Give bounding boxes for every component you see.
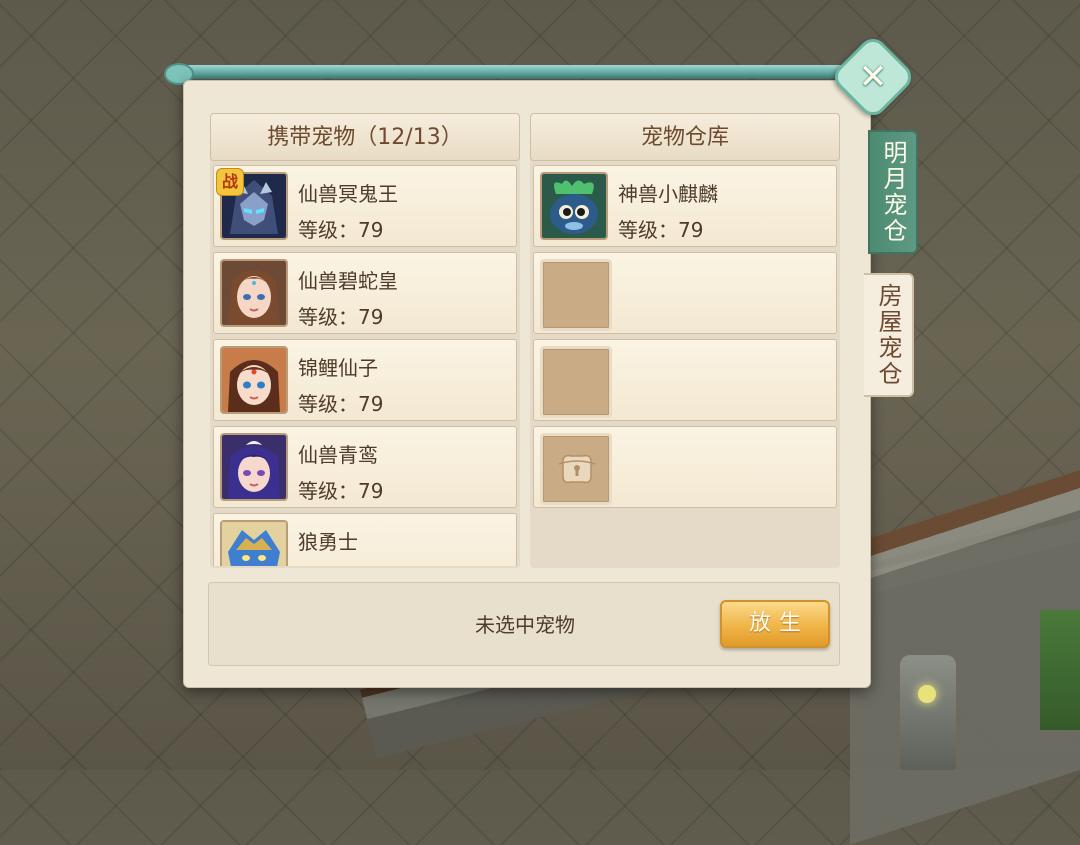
pet-portrait-blue-phoenix: [220, 433, 288, 501]
scroll-rod-decoration: [164, 63, 860, 85]
locked-slot-box: [540, 433, 612, 505]
warehouse-empty-slot[interactable]: [533, 339, 837, 421]
carried-pets-list[interactable]: 战 仙兽冥鬼王 等级：79 仙兽碧蛇皇 等级：79 锦鲤仙子 等级：79 仙兽青…: [213, 165, 517, 566]
pet-row[interactable]: 狼勇士: [213, 513, 517, 566]
pet-portrait-snake-empress: [220, 259, 288, 327]
pet-row[interactable]: 仙兽碧蛇皇 等级：79: [213, 252, 517, 334]
pet-level: 等级：79: [298, 392, 384, 416]
pet-level: 等级：79: [298, 479, 384, 503]
stone-lantern: [900, 655, 956, 770]
tab-moon-storage[interactable]: 明月宠仓: [868, 130, 918, 254]
warehouse-pet-row[interactable]: 神兽小麒麟 等级：79: [533, 165, 837, 247]
battle-badge: 战: [216, 168, 244, 196]
pet-row[interactable]: 仙兽青鸾 等级：79: [213, 426, 517, 508]
tab-house-storage[interactable]: 房屋宠仓: [860, 273, 914, 397]
lock-icon: [558, 454, 596, 484]
empty-slot-box: [540, 259, 612, 331]
pet-level: 等级：79: [298, 305, 384, 329]
pet-name: 锦鲤仙子: [298, 356, 378, 380]
warehouse-empty-slot[interactable]: [533, 252, 837, 334]
carried-pets-title: 携带宠物（12/13）: [210, 113, 520, 161]
pet-name: 仙兽碧蛇皇: [298, 269, 398, 293]
pet-portrait-wolf-warrior: [220, 520, 288, 566]
pet-level: 等级：79: [298, 218, 384, 242]
tab-moon-label: 明月宠仓: [879, 140, 907, 244]
pet-warehouse-title: 宠物仓库: [530, 113, 840, 161]
background-grass: [1040, 610, 1080, 730]
pet-row[interactable]: 战 仙兽冥鬼王 等级：79: [213, 165, 517, 247]
warehouse-locked-slot[interactable]: [533, 426, 837, 508]
empty-slot-box: [540, 346, 612, 418]
pet-row[interactable]: 锦鲤仙子 等级：79: [213, 339, 517, 421]
pet-portrait-koi-fairy: [220, 346, 288, 414]
release-pet-button[interactable]: 放生: [720, 600, 830, 648]
pet-name: 狼勇士: [298, 530, 358, 554]
pet-name: 神兽小麒麟: [618, 182, 718, 206]
action-bar: 未选中宠物 放生: [208, 582, 840, 666]
pet-warehouse-panel: 宠物仓库 神兽小麒麟 等级：79: [530, 113, 840, 568]
pet-name: 仙兽青鸾: [298, 443, 378, 467]
tab-house-label: 房屋宠仓: [874, 283, 902, 387]
close-icon: ✕: [858, 57, 888, 97]
pet-level: 等级：79: [618, 218, 704, 242]
pet-portrait-baby-qilin: [540, 172, 608, 240]
pet-name: 仙兽冥鬼王: [298, 182, 398, 206]
carried-pets-panel: 携带宠物（12/13） 战 仙兽冥鬼王 等级：79 仙兽碧蛇皇 等级：79 锦鲤…: [210, 113, 520, 568]
pet-warehouse-list[interactable]: 神兽小麒麟 等级：79: [533, 165, 837, 566]
